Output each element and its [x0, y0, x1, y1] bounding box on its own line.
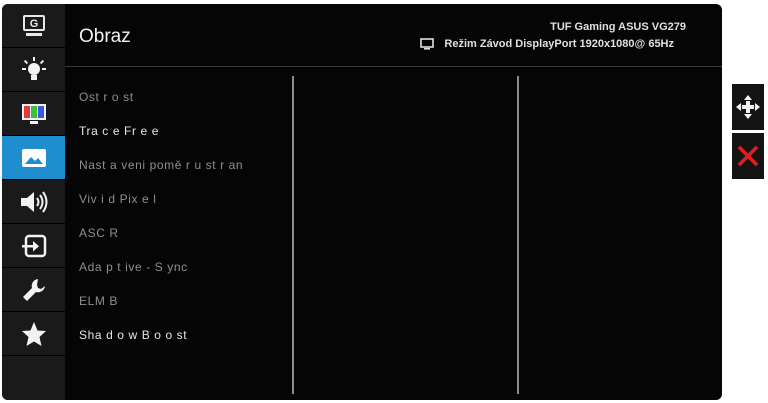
osd-header: Obraz TUF Gaming ASUS VG279 Režim Závod …	[65, 4, 722, 67]
monitor-icon	[420, 38, 435, 50]
status-line: Režim Závod DisplayPort 1920x1080@ 65Hz	[420, 38, 674, 50]
input-select-icon	[21, 234, 46, 257]
menu-item-shadow-boost[interactable]: Sha d o w B o o st	[79, 318, 289, 352]
screenshot-stage: G Obraz TUF Gaming ASUS VG279 Režim Závo…	[0, 0, 768, 403]
menu-item-trace-free[interactable]: Tra c e Fr e e	[79, 114, 289, 148]
sidebar-item-color[interactable]	[2, 92, 65, 136]
sidebar-item-favorite[interactable]	[2, 312, 65, 356]
image-icon	[21, 148, 46, 167]
star-icon	[21, 321, 46, 346]
menu-item-adaptive-sync[interactable]: Ada p t ive - S ync	[79, 250, 289, 284]
menu-item-vivid-pixel[interactable]: Viv i d Pix e l	[79, 182, 289, 216]
sidebar: G	[2, 4, 65, 400]
sound-icon	[20, 190, 47, 213]
brightness-icon	[21, 56, 46, 80]
menu-item-ascr[interactable]: ASC R	[79, 216, 289, 250]
sidebar-item-gameplus[interactable]: G	[2, 4, 65, 48]
menu-item-sharpness[interactable]: Ost r o st	[79, 80, 289, 114]
move-arrows-icon	[736, 95, 760, 119]
svg-text:G: G	[29, 18, 38, 30]
close-button[interactable]	[732, 133, 764, 179]
wrench-icon	[22, 278, 45, 301]
osd-menu-panel: G Obraz TUF Gaming ASUS VG279 Režim Závo…	[2, 4, 722, 400]
column-divider	[517, 76, 519, 394]
status-text: Režim Závod DisplayPort 1920x1080@ 65Hz	[444, 38, 674, 50]
color-icon	[21, 103, 46, 124]
sidebar-item-image[interactable]	[2, 136, 65, 180]
sidebar-item-input-select[interactable]	[2, 224, 65, 268]
column-divider	[292, 76, 294, 394]
sidebar-item-sound[interactable]	[2, 180, 65, 224]
menu-item-elmb[interactable]: ELM B	[79, 284, 289, 318]
gameplus-icon: G	[22, 14, 45, 36]
image-menu-list: Ost r o st Tra c e Fr e e Nast a veni po…	[79, 80, 289, 352]
menu-item-aspect-control[interactable]: Nast a veni pomě r u st r an	[79, 148, 289, 182]
sidebar-item-brightness[interactable]	[2, 48, 65, 92]
model-name: TUF Gaming ASUS VG279	[550, 21, 686, 33]
navigate-button[interactable]	[732, 84, 764, 130]
sidebar-item-system-setup[interactable]	[2, 268, 65, 312]
close-icon	[737, 145, 759, 167]
page-title: Obraz	[79, 26, 131, 47]
